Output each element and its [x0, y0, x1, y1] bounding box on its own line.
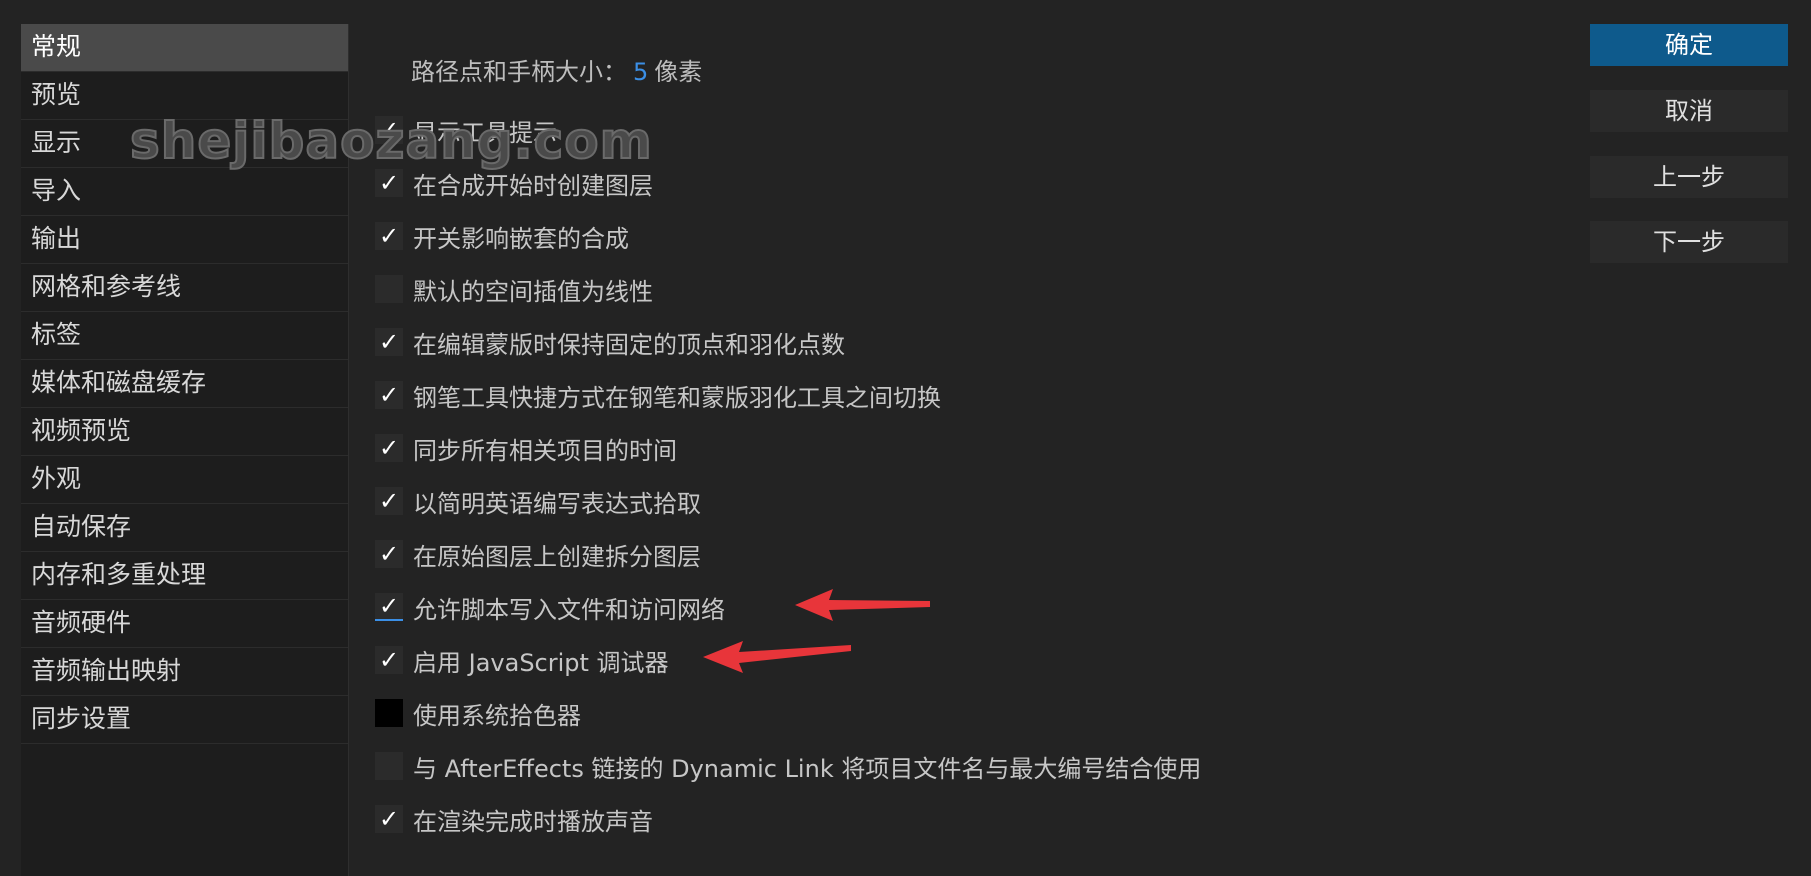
option-label: 显示工具提示	[413, 118, 557, 147]
checkbox-checked-icon[interactable]: ✓	[375, 116, 403, 144]
sidebar-item-grids-guides[interactable]: 网格和参考线	[21, 264, 348, 312]
sidebar-item-audio-output-mapping[interactable]: 音频输出映射	[21, 648, 348, 696]
option-show-tooltips[interactable]: ✓ 显示工具提示	[375, 110, 557, 150]
checkbox-checked-icon[interactable]: ✓	[375, 592, 403, 621]
option-split-on-original[interactable]: ✓ 在原始图层上创建拆分图层	[375, 534, 701, 574]
sidebar-item-media-disk-cache[interactable]: 媒体和磁盘缓存	[21, 360, 348, 408]
option-label: 与 AfterEffects 链接的 Dynamic Link 将项目文件名与最…	[413, 754, 1202, 783]
checkbox-unchecked-icon[interactable]	[375, 752, 403, 780]
sidebar-item-output[interactable]: 输出	[21, 216, 348, 264]
sidebar-item-appearance[interactable]: 外观	[21, 456, 348, 504]
sidebar-item-memory[interactable]: 内存和多重处理	[21, 552, 348, 600]
sidebar-item-auto-save[interactable]: 自动保存	[21, 504, 348, 552]
option-system-color-picker[interactable]: 使用系统拾色器	[375, 693, 581, 733]
option-allow-scripts-network[interactable]: ✓ 允许脚本写入文件和访问网络	[375, 587, 725, 627]
path-point-size-label: 路径点和手柄大小：	[411, 58, 627, 86]
option-label: 开关影响嵌套的合成	[413, 224, 629, 253]
ok-button[interactable]: 确定	[1590, 24, 1788, 66]
path-point-size-unit: 像素	[654, 58, 703, 86]
sidebar-item-labels[interactable]: 标签	[21, 312, 348, 360]
option-pen-tool-shortcut[interactable]: ✓ 钢笔工具快捷方式在钢笔和蒙版羽化工具之间切换	[375, 375, 941, 415]
option-create-layers-at-start[interactable]: ✓ 在合成开始时创建图层	[375, 163, 653, 203]
checkbox-checked-icon[interactable]: ✓	[375, 540, 403, 568]
checkbox-checked-icon[interactable]: ✓	[375, 434, 403, 462]
sidebar-item-display[interactable]: 显示	[21, 120, 348, 168]
next-button[interactable]: 下一步	[1590, 221, 1788, 263]
path-point-size-value[interactable]: 5	[633, 58, 648, 86]
option-label: 以简明英语编写表达式拾取	[413, 489, 701, 518]
checkbox-checked-icon[interactable]: ✓	[375, 169, 403, 197]
sidebar-item-preview[interactable]: 预览	[21, 72, 348, 120]
checkbox-unchecked-icon[interactable]	[375, 699, 403, 727]
option-plain-english-expressions[interactable]: ✓ 以简明英语编写表达式拾取	[375, 481, 701, 521]
checkbox-checked-icon[interactable]: ✓	[375, 646, 403, 674]
option-label: 在编辑蒙版时保持固定的顶点和羽化点数	[413, 330, 845, 359]
general-preferences-panel: 路径点和手柄大小： 5 像素 ✓ 显示工具提示 ✓ 在合成开始时创建图层 ✓ 开关影…	[375, 0, 1355, 876]
sidebar-item-audio-hardware[interactable]: 音频硬件	[21, 600, 348, 648]
option-play-sound-on-render[interactable]: ✓ 在渲染完成时播放声音	[375, 799, 653, 839]
option-label: 同步所有相关项目的时间	[413, 436, 677, 465]
option-label: 在原始图层上创建拆分图层	[413, 542, 701, 571]
option-label: 允许脚本写入文件和访问网络	[413, 595, 725, 624]
option-label: 启用 JavaScript 调试器	[413, 648, 669, 677]
sidebar-item-video-preview[interactable]: 视频预览	[21, 408, 348, 456]
option-label: 在合成开始时创建图层	[413, 171, 653, 200]
checkbox-checked-icon[interactable]: ✓	[375, 222, 403, 250]
sidebar-item-general[interactable]: 常规	[21, 24, 348, 72]
previous-button[interactable]: 上一步	[1590, 156, 1788, 198]
sidebar-item-import[interactable]: 导入	[21, 168, 348, 216]
checkbox-checked-icon[interactable]: ✓	[375, 805, 403, 833]
option-sync-time[interactable]: ✓ 同步所有相关项目的时间	[375, 428, 677, 468]
option-dynamic-link-filename[interactable]: 与 AfterEffects 链接的 Dynamic Link 将项目文件名与最…	[375, 746, 1201, 786]
option-enable-js-debugger[interactable]: ✓ 启用 JavaScript 调试器	[375, 640, 669, 680]
checkbox-checked-icon[interactable]: ✓	[375, 328, 403, 356]
option-label: 使用系统拾色器	[413, 701, 581, 730]
option-default-linear-interpolation[interactable]: 默认的空间插值为线性	[375, 269, 653, 309]
option-preserve-vertex-count[interactable]: ✓ 在编辑蒙版时保持固定的顶点和羽化点数	[375, 322, 845, 362]
option-label: 钢笔工具快捷方式在钢笔和蒙版羽化工具之间切换	[413, 383, 941, 412]
path-point-size-row: 路径点和手柄大小： 5 像素	[411, 52, 702, 87]
preferences-sidebar: 常规 预览 显示 导入 输出 网格和参考线 标签 媒体和磁盘缓存 视频预览 外观…	[21, 24, 349, 876]
checkbox-unchecked-icon[interactable]	[375, 275, 403, 303]
option-label: 在渲染完成时播放声音	[413, 807, 653, 836]
cancel-button[interactable]: 取消	[1590, 90, 1788, 132]
option-switches-affect-nested[interactable]: ✓ 开关影响嵌套的合成	[375, 216, 629, 256]
checkbox-checked-icon[interactable]: ✓	[375, 381, 403, 409]
option-label: 默认的空间插值为线性	[413, 277, 653, 306]
red-arrow-annotation	[703, 641, 851, 673]
sidebar-item-sync-settings[interactable]: 同步设置	[21, 696, 348, 744]
red-arrow-annotation	[795, 589, 930, 621]
checkbox-checked-icon[interactable]: ✓	[375, 487, 403, 515]
